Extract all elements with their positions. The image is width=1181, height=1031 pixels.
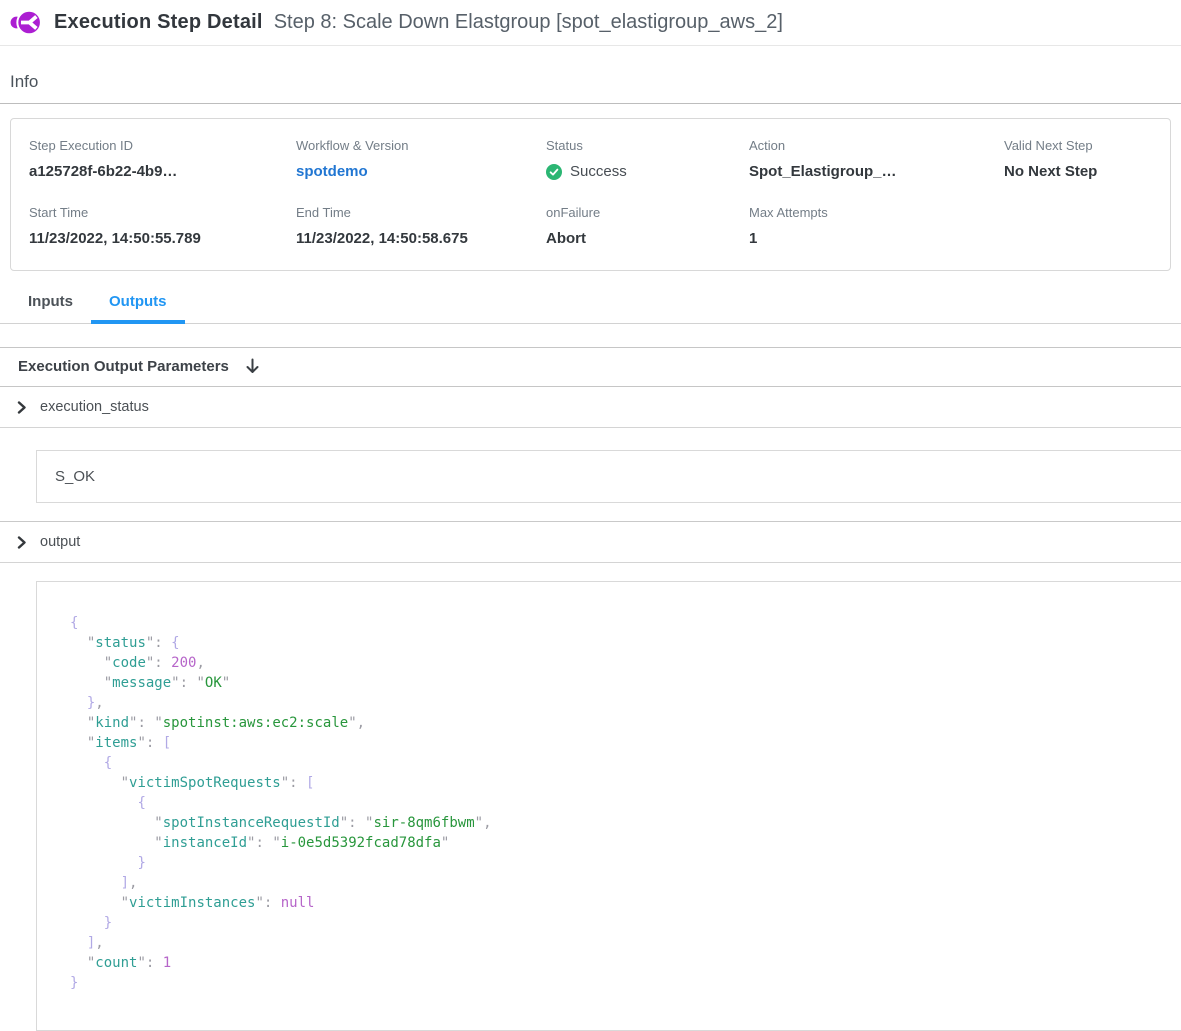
param-name: output [40,534,80,550]
field-label: Status [546,138,749,153]
status-badge: Success [546,163,749,180]
field-end-time: End Time 11/23/2022, 14:50:58.675 [296,205,546,247]
page-header: Execution Step Detail Step 8: Scale Down… [0,0,1181,46]
field-value: Abort [546,230,749,247]
param-row-execution-status[interactable]: execution_status [0,387,1181,428]
field-label: Valid Next Step [1004,138,1152,153]
divider [0,103,1181,104]
field-label: Workflow & Version [296,138,546,153]
field-max-attempts: Max Attempts 1 [749,205,1004,247]
field-label: Action [749,138,1004,153]
chevron-right-icon [16,536,27,549]
field-value: a125728f-6b22-4b9… [29,163,296,180]
field-label: End Time [296,205,546,220]
status-text: Success [570,163,627,180]
app-logo-icon [10,8,41,37]
empty-cell [1004,205,1152,247]
param-name: execution_status [40,399,149,415]
field-value: 1 [749,230,1004,247]
field-step-execution-id: Step Execution ID a125728f-6b22-4b9… [29,138,296,180]
info-card: Step Execution ID a125728f-6b22-4b9… Wor… [10,118,1171,271]
field-label: onFailure [546,205,749,220]
field-valid-next-step: Valid Next Step No Next Step [1004,138,1152,180]
execution-status-value-box: S_OK [36,450,1181,503]
field-value: 11/23/2022, 14:50:55.789 [29,230,296,247]
detail-tabs: Inputs Outputs [10,286,1181,324]
page-subtitle: Step 8: Scale Down Elastgroup [spot_elas… [274,11,783,34]
tab-outputs[interactable]: Outputs [91,286,185,324]
chevron-right-icon [16,401,27,414]
output-json-box: { "status": { "code": 200, "message": "O… [36,581,1181,1031]
field-onfailure: onFailure Abort [546,205,749,247]
param-row-output[interactable]: output [0,522,1181,563]
output-parameters-title: Execution Output Parameters [18,358,229,375]
tab-inputs[interactable]: Inputs [10,286,91,324]
page-title: Execution Step Detail [54,11,263,34]
field-label: Start Time [29,205,296,220]
field-start-time: Start Time 11/23/2022, 14:50:55.789 [29,205,296,247]
field-value: Spot_Elastigroup_… [749,163,1004,180]
field-value: 11/23/2022, 14:50:58.675 [296,230,546,247]
field-status: Status Success [546,138,749,180]
success-check-icon [546,164,562,180]
info-section-heading: Info [10,72,1181,92]
json-code: { "status": { "code": 200, "message": "O… [70,613,1181,993]
field-action: Action Spot_Elastigroup_… [749,138,1004,180]
download-icon[interactable] [245,358,260,375]
output-parameters-header: Execution Output Parameters [0,347,1181,387]
workflow-link[interactable]: spotdemo [296,163,546,180]
field-label: Max Attempts [749,205,1004,220]
field-value: No Next Step [1004,163,1152,180]
field-workflow-version: Workflow & Version spotdemo [296,138,546,180]
field-label: Step Execution ID [29,138,296,153]
